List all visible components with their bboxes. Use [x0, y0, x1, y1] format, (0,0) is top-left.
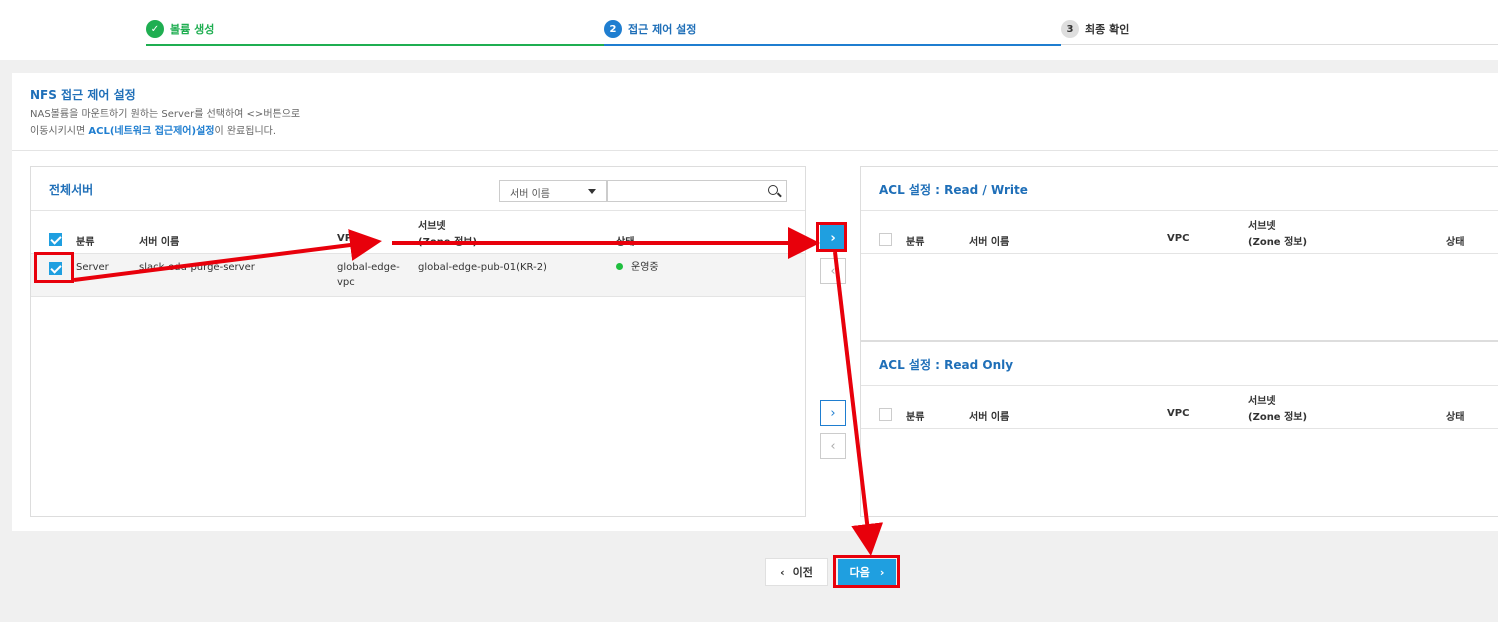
acl-ro-select-all-checkbox[interactable] [879, 408, 892, 421]
col-server-name: 서버 이름 [969, 237, 1010, 248]
vpc-line-2: vpc [337, 277, 355, 288]
desc-highlight: ACL(네트워크 접근제어)설정 [88, 126, 215, 137]
col-subnet-zone: (Zone 정보) [1248, 237, 1308, 248]
row-vpc: global-edge-vpc [337, 260, 400, 290]
col-subnet: 서브넷 [1248, 221, 1276, 232]
check-icon: ✓ [146, 20, 164, 38]
col-type: 분류 [76, 237, 95, 248]
panel-header: NFS 접근 제어 설정 NAS볼륨을 마운트하기 원하는 Server를 선택… [12, 73, 1498, 151]
row-status: 운영중 [616, 260, 659, 275]
desc-line-2: 이동시키시면 ACL(네트워크 접근제어)설정이 완료됩니다. [30, 123, 300, 140]
wizard-stepper: ✓ 볼륨 생성 2 접근 제어 설정 3 최종 확인 [0, 0, 1498, 60]
progress-bar-done [146, 44, 604, 46]
description: NAS볼륨을 마운트하기 원하는 Server를 선택하여 <>버튼으로 이동시… [30, 106, 300, 140]
acl-read-only-box: ACL 설정 : Read Only 분류 서버 이름 VPC 서브넷 (Zon… [860, 341, 1498, 517]
row-type: Server [76, 262, 109, 273]
col-subnet: 서브넷 [418, 221, 446, 232]
col-type: 분류 [906, 237, 925, 248]
acl-ro-table-header: 분류 서버 이름 VPC 서브넷 (Zone 정보) 상태 [861, 385, 1498, 429]
page-title: NFS 접근 제어 설정 [30, 88, 136, 102]
table-row[interactable]: Server slack-edu-purge-server global-edg… [31, 254, 805, 297]
acl-read-write-box: ACL 설정 : Read / Write 분류 서버 이름 VPC 서브넷 (… [860, 166, 1498, 341]
col-subnet-zone: (Zone 정보) [1248, 412, 1308, 423]
acl-rw-table-header: 분류 서버 이름 VPC 서브넷 (Zone 정보) 상태 [861, 210, 1498, 254]
select-all-checkbox[interactable] [49, 233, 62, 246]
caret-down-icon [588, 189, 596, 194]
progress-bar-pending [1061, 44, 1498, 45]
remove-from-rw-button[interactable]: ‹ [820, 258, 846, 284]
col-server-name: 서버 이름 [969, 412, 1010, 423]
progress-bar-current [604, 44, 1061, 46]
col-subnet-zone: (Zone 정보) [418, 237, 478, 248]
prev-label: 이전 [792, 566, 813, 579]
annotation-box-next-button [833, 555, 900, 588]
move-to-ro-button[interactable]: › [820, 400, 846, 426]
step-label: 볼륨 생성 [170, 23, 215, 36]
annotation-box-checkbox [34, 252, 74, 283]
row-server-name: slack-edu-purge-server [139, 262, 255, 273]
step-final-confirm: 3 최종 확인 [1061, 20, 1129, 38]
step-label: 최종 확인 [1085, 23, 1130, 36]
desc-line-1: NAS볼륨을 마운트하기 원하는 Server를 선택하여 <>버튼으로 [30, 109, 301, 120]
step-label: 접근 제어 설정 [628, 23, 697, 36]
server-table-header: 분류 서버 이름 VPC 서브넷 (Zone 정보) 상태 [31, 210, 805, 254]
all-servers-box: 전체서버 서버 이름 분류 서버 이름 VPC 서브넷 (Zone 정보) 상태… [30, 166, 806, 517]
all-servers-title: 전체서버 [49, 183, 94, 197]
search-input[interactable] [607, 180, 787, 202]
step-access-control: 2 접근 제어 설정 [604, 20, 696, 38]
row-subnet: global-edge-pub-01(KR-2) [418, 262, 547, 273]
step-number: 2 [604, 20, 622, 38]
prev-button[interactable]: ‹ 이전 [765, 558, 828, 586]
acl-rw-select-all-checkbox[interactable] [879, 233, 892, 246]
search-icon[interactable] [768, 185, 778, 195]
col-vpc: VPC [337, 233, 360, 244]
annotation-box-move-button [816, 222, 847, 252]
step-number: 3 [1061, 20, 1079, 38]
col-status: 상태 [1446, 412, 1465, 423]
status-running-dot [616, 263, 623, 270]
col-vpc: VPC [1167, 408, 1190, 419]
search-select-value: 서버 이름 [510, 189, 550, 200]
col-status: 상태 [616, 237, 635, 248]
desc-text: 이동시키시면 [30, 126, 89, 137]
desc-text: 이 완료됩니다. [214, 126, 277, 137]
step-volume-create: ✓ 볼륨 생성 [146, 20, 214, 38]
col-status: 상태 [1446, 237, 1465, 248]
search-field-select[interactable]: 서버 이름 [499, 180, 607, 202]
col-vpc: VPC [1167, 233, 1190, 244]
remove-from-ro-button[interactable]: ‹ [820, 433, 846, 459]
col-subnet: 서브넷 [1248, 396, 1276, 407]
col-server-name: 서버 이름 [139, 237, 180, 248]
vpc-line-1: global-edge- [337, 262, 400, 273]
col-type: 분류 [906, 412, 925, 423]
acl-ro-title: ACL 설정 : Read Only [879, 358, 1014, 372]
chevron-left-icon: ‹ [780, 565, 785, 579]
acl-rw-title: ACL 설정 : Read / Write [879, 183, 1028, 197]
status-text: 운영중 [631, 262, 659, 273]
